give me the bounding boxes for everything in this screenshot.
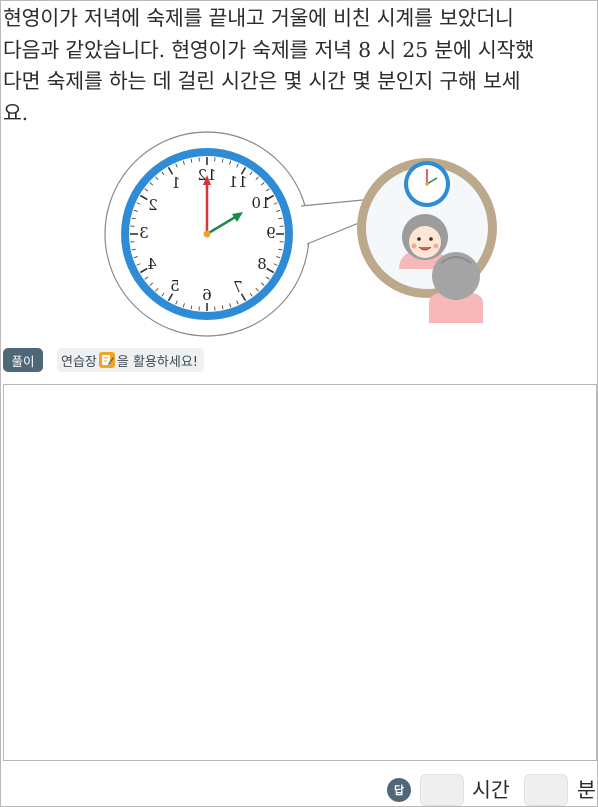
solution-badge: 풀이	[3, 348, 43, 372]
hours-answer-input[interactable]	[420, 774, 464, 806]
clock-numeral-9: 9	[266, 224, 276, 242]
minutes-unit-label: 분	[577, 778, 596, 802]
tip-text-after: 을 활용하세요!	[116, 354, 198, 370]
clock-numeral-4: 4	[147, 255, 157, 273]
mirrored-clock: 12 1 2 3 4 5 6 7 8 9 10 11	[121, 148, 293, 320]
notebook-tip: 연습장 을 활용하세요!	[57, 348, 204, 372]
answer-row: 답 시간 분	[1, 771, 598, 806]
mirror-scene	[357, 158, 497, 323]
clock-numeral-11: 11	[228, 173, 247, 191]
mirror-clock-illustration: 12 1 2 3 4 5 6 7 8 9 10 11	[104, 131, 497, 337]
girl-reflection-face	[409, 226, 441, 258]
clock-numeral-5: 5	[170, 277, 180, 295]
question-line: 다음과 같았습니다. 현영이가 숙제를 저녁 8 시 25 분에 시작했	[3, 37, 534, 62]
clock-numeral-1: 1	[171, 174, 181, 192]
question-line: 다면 숙제를 하는 데 걸린 시간은 몇 시간 몇 분인지 구해 보세	[3, 69, 521, 93]
clock-center	[203, 230, 211, 238]
question-line: 현영이가 저녁에 숙제를 끝내고 거울에 비친 시계를 보았더니	[3, 6, 514, 30]
clock-numeral-6: 6	[202, 286, 212, 304]
minutes-answer-input[interactable]	[524, 774, 568, 806]
girl-back-head	[432, 252, 480, 300]
question-text: 현영이가 저녁에 숙제를 끝내고 거울에 비친 시계를 보았더니 다음과 같았습…	[3, 3, 597, 129]
hours-unit-label: 시간	[472, 778, 510, 802]
clock-numeral-8: 8	[257, 255, 267, 273]
answer-badge: 답	[387, 778, 411, 802]
clock-numeral-2: 2	[148, 196, 158, 214]
tip-text-before: 연습장	[61, 354, 97, 370]
notebook-pencil-icon[interactable]	[98, 352, 115, 368]
problem-card: 현영이가 저녁에 숙제를 끝내고 거울에 비친 시계를 보았더니 다음과 같았습…	[0, 0, 598, 807]
question-line: 요.	[3, 100, 28, 125]
clock-numeral-10: 10	[251, 194, 270, 212]
clock-numeral-3: 3	[139, 224, 149, 242]
solution-work-area[interactable]	[3, 384, 597, 761]
clock-numeral-7: 7	[233, 278, 243, 296]
